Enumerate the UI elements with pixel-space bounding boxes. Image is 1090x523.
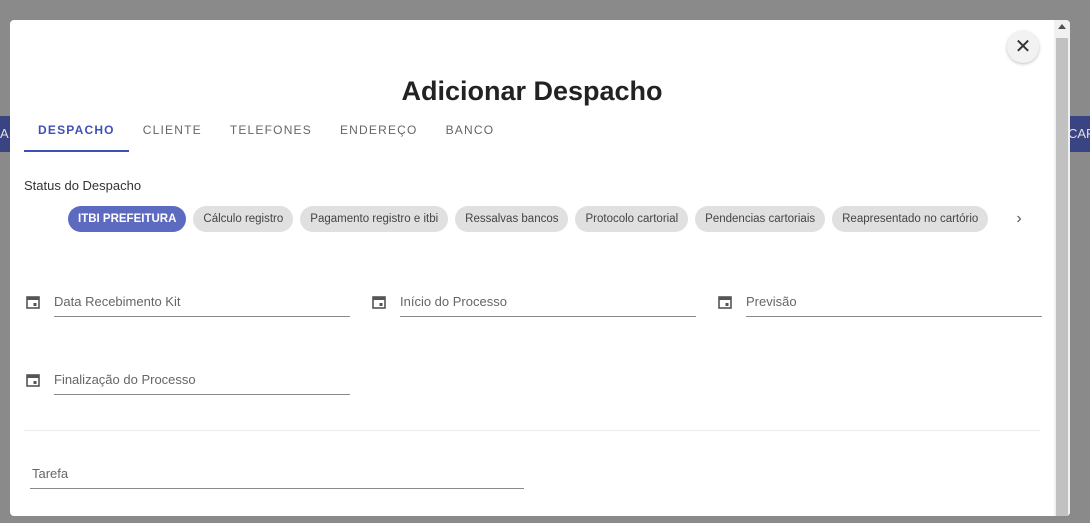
field-underline	[400, 316, 696, 317]
dialog-scrollbar[interactable]	[1054, 20, 1070, 516]
forecast-date-field[interactable]: Previsão	[718, 286, 1042, 322]
forecast-date-label: Previsão	[746, 294, 797, 309]
status-chip-ressalvas-bancos[interactable]: Ressalvas bancos	[455, 206, 569, 232]
status-chip-itbi-prefeitura[interactable]: ITBI PREFEITURA	[68, 206, 187, 232]
status-chip-reapresentado-cartorio[interactable]: Reapresentado no cartório	[832, 206, 989, 232]
section-divider	[24, 430, 1040, 431]
received-kit-date-field[interactable]: Data Recebimento Kit	[26, 286, 350, 322]
process-end-date-label: Finalização do Processo	[54, 372, 196, 387]
status-chip-list: ITBI PREFEITURA Cálculo registro Pagamen…	[68, 206, 995, 232]
tab-endereco[interactable]: ENDEREÇO	[326, 120, 432, 150]
task-field-label: Tarefa	[32, 466, 69, 481]
background-toolbar-right: CAR	[1068, 116, 1090, 152]
process-start-date-field[interactable]: Início do Processo	[372, 286, 696, 322]
process-start-date-label: Início do Processo	[400, 294, 507, 309]
chevron-right-icon: ›	[1016, 210, 1022, 227]
tab-cliente[interactable]: CLIENTE	[129, 120, 216, 150]
tab-despacho[interactable]: DESPACHO	[24, 120, 129, 152]
status-chip-calculo-registro[interactable]: Cálculo registro	[193, 206, 294, 232]
received-kit-date-label: Data Recebimento Kit	[54, 294, 181, 309]
background-toolbar-left: A	[0, 116, 10, 152]
process-end-date-field[interactable]: Finalização do Processo	[26, 364, 350, 400]
background-toolbar-left-text: A	[0, 126, 9, 141]
background-toolbar-right-text: CAR	[1068, 126, 1090, 141]
status-section-label: Status do Despacho	[24, 178, 142, 193]
chips-next-button[interactable]: ›	[1010, 206, 1028, 232]
status-chip-pagamento-registro[interactable]: Pagamento registro e itbi	[300, 206, 449, 232]
scroll-thumb[interactable]	[1056, 38, 1068, 516]
field-underline	[30, 488, 524, 489]
close-button[interactable]: ✕	[1007, 31, 1039, 63]
calendar-icon[interactable]	[372, 295, 386, 309]
close-icon: ✕	[1014, 36, 1032, 58]
tab-telefones[interactable]: TELEFONES	[216, 120, 326, 150]
status-chip-protocolo-cartorial[interactable]: Protocolo cartorial	[575, 206, 689, 232]
tab-bar: DESPACHO CLIENTE TELEFONES ENDEREÇO BANC…	[24, 120, 508, 152]
field-underline	[746, 316, 1042, 317]
field-underline	[54, 316, 350, 317]
tab-banco[interactable]: BANCO	[432, 120, 509, 150]
add-dispatch-dialog: ✕ Adicionar Despacho DESPACHO CLIENTE TE…	[10, 20, 1070, 516]
status-chip-pendencias-cartoriais[interactable]: Pendencias cartoriais	[695, 206, 826, 232]
dialog-title: Adicionar Despacho	[401, 76, 663, 106]
calendar-icon[interactable]	[718, 295, 732, 309]
calendar-icon[interactable]	[26, 373, 40, 387]
task-field[interactable]: Tarefa	[30, 466, 524, 490]
calendar-icon[interactable]	[26, 295, 40, 309]
scroll-up-arrow-icon[interactable]	[1058, 24, 1066, 29]
field-underline	[54, 394, 350, 395]
